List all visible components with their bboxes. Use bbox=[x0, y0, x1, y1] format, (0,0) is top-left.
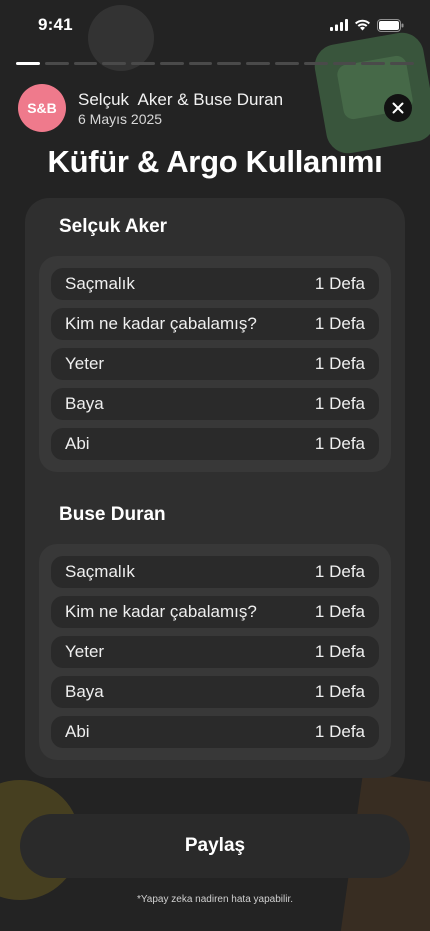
share-button[interactable]: Paylaş bbox=[20, 814, 410, 878]
word-count: 1 Defa bbox=[314, 602, 365, 621]
word-label: Yeter bbox=[65, 354, 105, 373]
progress-segment bbox=[361, 62, 386, 65]
status-bar: 9:41 bbox=[0, 0, 430, 50]
story-progress-bar bbox=[16, 62, 414, 66]
close-button[interactable] bbox=[384, 94, 412, 122]
avatar[interactable]: S&B bbox=[18, 84, 66, 132]
word-count: 1 Defa bbox=[314, 314, 365, 333]
chat-title: Selçuk Aker & Buse Duran bbox=[78, 89, 284, 109]
progress-segment bbox=[303, 62, 328, 65]
section-person-name: Selçuk Aker bbox=[59, 216, 168, 237]
list-item: Saçmalık 1 Defa bbox=[51, 268, 379, 300]
list-item: Saçmalık 1 Defa bbox=[51, 556, 379, 588]
list-item: Abi 1 Defa bbox=[51, 716, 379, 748]
word-count: 1 Defa bbox=[314, 274, 365, 293]
progress-segment bbox=[188, 62, 213, 65]
progress-segment bbox=[16, 62, 40, 65]
word-label: Kim ne kadar çabalamış? bbox=[65, 314, 257, 333]
list-item: Baya 1 Defa bbox=[51, 388, 379, 420]
wifi-icon bbox=[355, 19, 370, 31]
progress-segment bbox=[73, 62, 98, 65]
progress-segment bbox=[159, 62, 184, 65]
ai-disclaimer: *Yapay zeka nadiren hata yapabilir. bbox=[136, 894, 294, 905]
word-count: 1 Defa bbox=[314, 394, 365, 413]
word-label: Abi bbox=[65, 434, 90, 453]
word-count: 1 Defa bbox=[314, 562, 365, 581]
page-title: Küfür & Argo Kullanımı bbox=[47, 144, 383, 179]
list-item: Kim ne kadar çabalamış? 1 Defa bbox=[51, 308, 379, 340]
word-count: 1 Defa bbox=[314, 434, 365, 453]
word-label: Baya bbox=[65, 682, 104, 701]
progress-segment bbox=[102, 62, 127, 65]
list-item: Baya 1 Defa bbox=[51, 676, 379, 708]
word-list: Saçmalık 1 Defa Kim ne kadar çabalamış? … bbox=[39, 544, 391, 760]
list-item: Abi 1 Defa bbox=[51, 428, 379, 460]
list-item: Yeter 1 Defa bbox=[51, 348, 379, 380]
section-person-name: Buse Duran bbox=[59, 504, 166, 525]
progress-segment bbox=[246, 62, 271, 65]
status-icons bbox=[330, 18, 404, 32]
story-header: S&B Selçuk Aker & Buse Duran 6 Mayıs 202… bbox=[18, 84, 414, 132]
stats-card: Selçuk Aker Saçmalık 1 Defa Kim ne kadar… bbox=[25, 198, 405, 778]
word-label: Baya bbox=[65, 394, 104, 413]
word-list: Saçmalık 1 Defa Kim ne kadar çabalamış? … bbox=[39, 256, 391, 472]
header-text: Selçuk Aker & Buse Duran 6 Mayıs 2025 bbox=[78, 90, 283, 127]
word-label: Kim ne kadar çabalamış? bbox=[65, 602, 257, 621]
progress-segment bbox=[390, 62, 414, 65]
signal-icon bbox=[330, 19, 348, 31]
progress-segment bbox=[131, 62, 155, 65]
word-count: 1 Defa bbox=[314, 642, 365, 661]
progress-segment bbox=[217, 62, 242, 65]
progress-segment bbox=[332, 62, 357, 65]
word-label: Abi bbox=[65, 722, 90, 741]
status-time: 9:41 bbox=[38, 15, 73, 34]
word-count: 1 Defa bbox=[314, 354, 365, 373]
progress-segment bbox=[44, 62, 69, 65]
word-label: Saçmalık bbox=[65, 562, 135, 581]
battery-icon bbox=[377, 18, 404, 32]
close-icon bbox=[392, 102, 404, 114]
list-item: Yeter 1 Defa bbox=[51, 636, 379, 668]
progress-segment bbox=[275, 62, 299, 65]
word-label: Saçmalık bbox=[65, 274, 135, 293]
word-count: 1 Defa bbox=[314, 722, 365, 741]
list-item: Kim ne kadar çabalamış? 1 Defa bbox=[51, 596, 379, 628]
word-label: Yeter bbox=[65, 642, 105, 661]
chat-date: 6 Mayıs 2025 bbox=[78, 110, 163, 127]
word-count: 1 Defa bbox=[314, 682, 365, 701]
